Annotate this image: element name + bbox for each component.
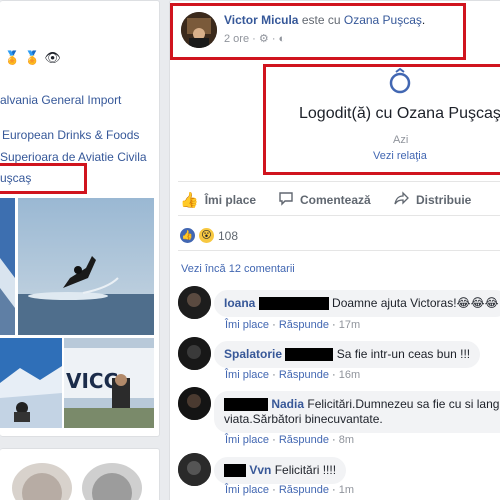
reaction-count: 108 xyxy=(218,228,239,243)
comment-text: Felicitări.Dumnezeu sa fie cu si langa v xyxy=(307,397,500,411)
commenter-name[interactable]: Vvn xyxy=(249,463,271,477)
comment-meta: Îmi place · Răspunde · 1m xyxy=(225,484,355,496)
highlight-box xyxy=(263,64,500,175)
reactions-summary[interactable]: 👍 😮 108 xyxy=(180,228,238,243)
share-button[interactable]: Distribuie xyxy=(394,191,471,209)
left-sidebar-card: 🏅 🏅 👁 alvania General Import European Dr… xyxy=(0,0,160,437)
commenter-avatar[interactable] xyxy=(178,453,211,486)
redaction-bar xyxy=(258,297,329,311)
post-card: Victor Micula este cu Ozana Puşcaş. 2 or… xyxy=(169,0,500,500)
comment-bubble: Spalatorie Sa fie intr-un ceas bun !!! xyxy=(214,341,481,368)
commenter-name[interactable]: Ioana xyxy=(224,296,255,310)
comment-time[interactable]: 1m xyxy=(339,484,354,496)
photo-tile[interactable] xyxy=(12,463,72,500)
comment-like-link[interactable]: Îmi place xyxy=(225,434,269,446)
commenter-avatar[interactable] xyxy=(178,286,211,319)
share-icon xyxy=(394,191,410,209)
photo-tile[interactable]: VICC xyxy=(64,338,154,428)
commenter-avatar[interactable] xyxy=(178,387,211,420)
work-link[interactable]: alvania General Import xyxy=(0,93,121,107)
thumbs-up-icon: 👍 xyxy=(180,192,199,209)
redaction-bar xyxy=(224,464,246,478)
comment-like-link[interactable]: Îmi place xyxy=(225,484,269,496)
more-comments-link[interactable]: Vezi încă 12 comentarii xyxy=(181,263,295,275)
comment-icon xyxy=(278,191,294,209)
comment-reply-link[interactable]: Răspunde xyxy=(279,319,329,331)
comment-time[interactable]: 17m xyxy=(339,319,360,331)
svg-text:VICC: VICC xyxy=(66,369,118,393)
divider xyxy=(178,181,500,182)
commenter-avatar[interactable] xyxy=(178,337,211,370)
comment-button[interactable]: Comentează xyxy=(278,191,371,209)
photo-tile[interactable] xyxy=(82,463,142,500)
comment-time[interactable]: 16m xyxy=(339,369,360,381)
divider xyxy=(178,250,500,251)
comment-time[interactable]: 8m xyxy=(339,434,354,446)
highlight-box xyxy=(0,163,87,194)
comment-like-link[interactable]: Îmi place xyxy=(225,319,269,331)
medal-icon: 🏅 xyxy=(24,50,41,65)
medal-icon: 🏅 xyxy=(4,50,21,65)
comment-bubble: Vvn Felicitări !!!! xyxy=(214,457,347,484)
comment-meta: Îmi place · Răspunde · 8m xyxy=(225,434,355,446)
comment-like-link[interactable]: Îmi place xyxy=(225,369,269,381)
comment-text: Sa fie intr-un ceas bun !!! xyxy=(336,347,471,361)
redaction-bar xyxy=(224,398,268,412)
comment-bubble: Ioana Doamne ajuta Victoras!😂😂😂 xyxy=(214,290,500,317)
like-button[interactable]: 👍 Îmi place xyxy=(180,191,256,209)
comment-text-line2: viata.Sărbători binecuvantate. xyxy=(224,412,383,426)
school-link[interactable]: Superioara de Aviatie Civila xyxy=(0,150,147,164)
wow-reaction-icon: 😮 xyxy=(199,228,214,243)
commenter-name[interactable]: Spalatorie xyxy=(224,347,282,361)
photo-tile[interactable] xyxy=(0,198,15,335)
comment-text: Felicitări !!!! xyxy=(274,463,337,477)
photo-tile[interactable] xyxy=(0,338,62,428)
comment-meta: Îmi place · Răspunde · 16m xyxy=(225,369,361,381)
highlight-box xyxy=(170,3,466,60)
comment-text: Doamne ajuta Victoras!😂😂😂 xyxy=(332,296,499,310)
badge-row: 🏅 🏅 👁 xyxy=(4,50,61,66)
comment-meta: Îmi place · Răspunde · 17m xyxy=(225,319,361,331)
like-reaction-icon: 👍 xyxy=(180,228,195,243)
comment-reply-link[interactable]: Răspunde xyxy=(279,434,329,446)
comment-bubble: Nadia Felicitări.Dumnezeu sa fie cu si l… xyxy=(214,391,500,433)
divider xyxy=(178,215,500,216)
work-link[interactable]: European Drinks & Foods xyxy=(2,128,139,142)
comment-reply-link[interactable]: Răspunde xyxy=(279,484,329,496)
eye-icon: 👁 xyxy=(44,50,61,65)
redaction-bar xyxy=(285,348,334,362)
left-sidebar-card-2 xyxy=(0,448,160,500)
comment-reply-link[interactable]: Răspunde xyxy=(279,369,329,381)
photo-tile[interactable] xyxy=(18,198,154,335)
commenter-name[interactable]: Nadia xyxy=(271,397,304,411)
